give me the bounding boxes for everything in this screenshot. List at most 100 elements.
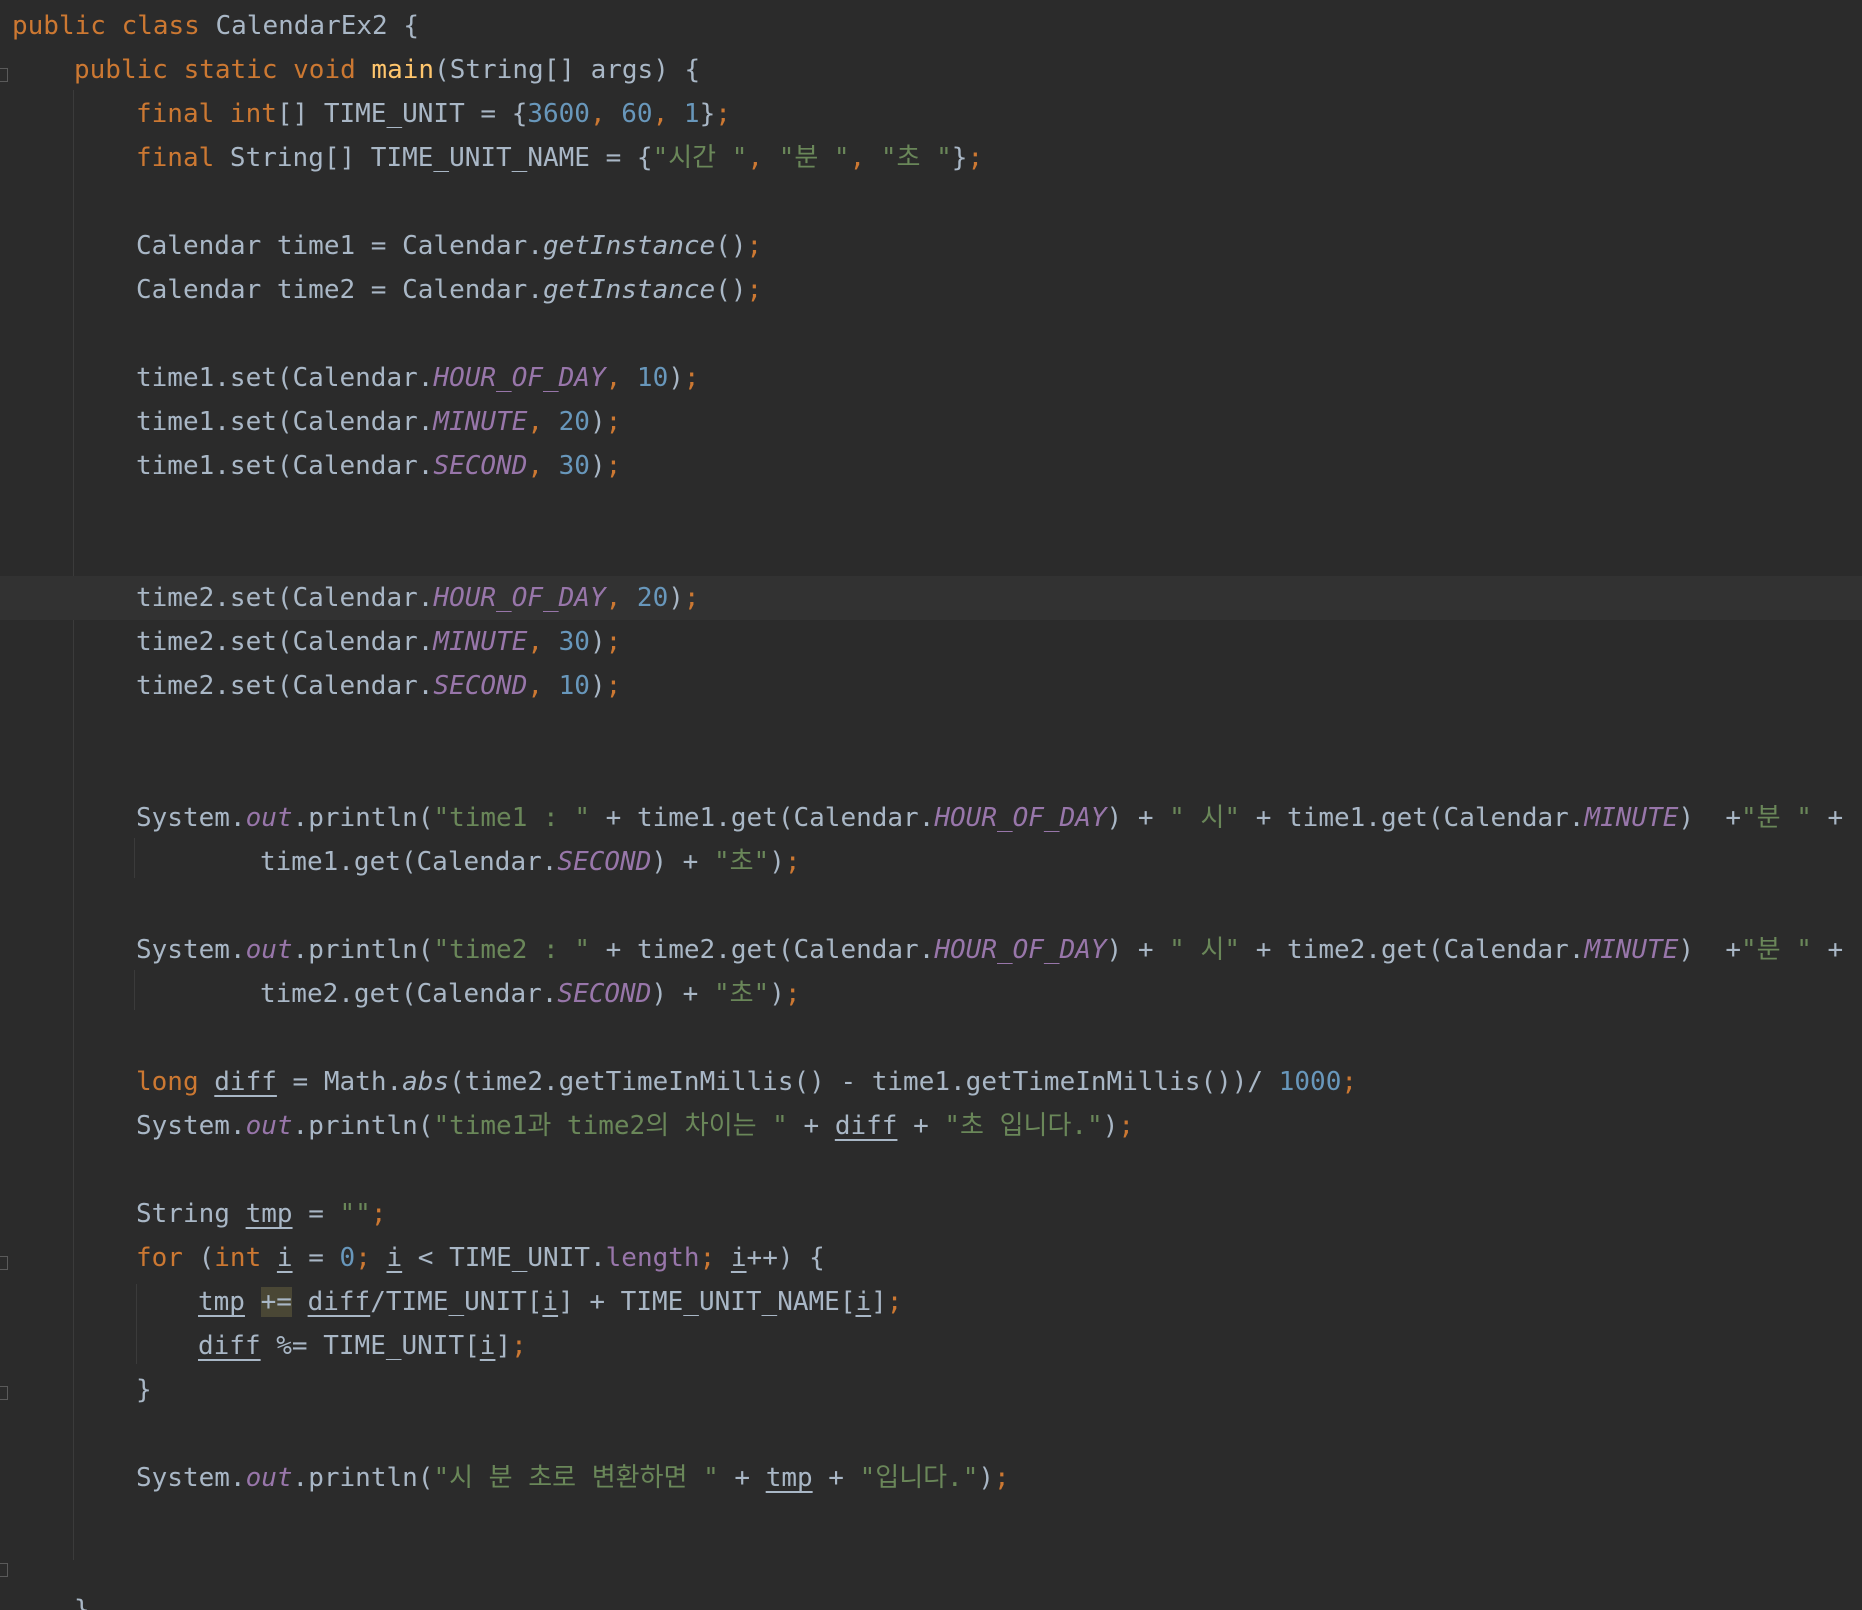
code-line[interactable]: time2.set(Calendar.SECOND, 10); [0,664,1862,708]
fold-marker-icon[interactable] [0,1256,8,1270]
code-line[interactable]: time1.set(Calendar.SECOND, 30); [0,444,1862,488]
code-text: System.out.println("time2 : " + time2.ge… [136,928,1843,972]
code-line[interactable] [0,532,1862,576]
code-editor[interactable]: public class CalendarEx2 {public static … [0,0,1862,1610]
code-token: + time1.get(Calendar. [1240,803,1585,833]
code-token: } [74,1595,90,1610]
code-line[interactable]: time2.set(Calendar.HOUR_OF_DAY, 20); [0,576,1862,620]
code-line[interactable] [0,708,1862,752]
code-line[interactable]: String tmp = ""; [0,1192,1862,1236]
code-token: ) + [1106,935,1170,965]
code-token: getInstance [543,231,716,261]
code-text: time2.set(Calendar.MINUTE, 30); [136,620,621,664]
code-token: ; [683,583,700,613]
code-token: ; [605,407,622,437]
code-token: , [605,583,637,613]
code-line[interactable]: System.out.println("time2 : " + time2.ge… [0,928,1862,972]
code-token: i [479,1331,496,1361]
code-line[interactable] [0,1412,1862,1456]
code-line[interactable]: time2.set(Calendar.MINUTE, 30); [0,620,1862,664]
code-line[interactable] [0,312,1862,356]
code-line[interactable]: public static void main(String[] args) { [0,48,1862,92]
code-token: MINUTE [1584,803,1679,833]
code-line[interactable]: final String[] TIME_UNIT_NAME = {"시간 ", … [0,136,1862,180]
code-token: ++) { [746,1243,825,1273]
code-line[interactable] [0,1500,1862,1544]
code-token: String[] TIME_UNIT_NAME = { [229,143,653,173]
code-token: i [386,1243,403,1273]
code-line[interactable]: time2.get(Calendar.SECOND) + "초"); [0,972,1862,1016]
code-line[interactable] [0,1148,1862,1192]
code-token: SECOND [557,847,652,877]
code-line[interactable]: time1.set(Calendar.HOUR_OF_DAY, 10); [0,356,1862,400]
code-token: time1.set(Calendar. [136,407,434,437]
code-token: time2.set(Calendar. [136,583,434,613]
code-line[interactable]: Calendar time2 = Calendar.getInstance(); [0,268,1862,312]
code-token: ) + [651,847,714,877]
code-line[interactable] [0,1544,1862,1588]
code-token: ) [589,451,606,481]
code-line[interactable]: long diff = Math.abs(time2.getTimeInMill… [0,1060,1862,1104]
code-line[interactable]: public class CalendarEx2 { [0,4,1862,48]
code-line[interactable]: } [0,1368,1862,1412]
code-token: ) [668,583,684,613]
code-token: ; [370,1199,387,1229]
code-token: out [245,803,293,833]
code-text: public class CalendarEx2 { [12,4,419,48]
fold-marker-icon[interactable] [0,1386,8,1400]
code-text: final String[] TIME_UNIT_NAME = {"시간 ", … [136,136,983,180]
code-token: ; [355,1243,387,1273]
code-token: + time2.get(Calendar. [589,935,935,965]
code-token: ; [784,847,801,877]
code-line[interactable]: for (int i = 0; i < TIME_UNIT.length; i+… [0,1236,1862,1280]
code-token: } [136,1375,152,1405]
fold-marker-icon[interactable] [0,1563,8,1577]
code-token: , [747,143,779,173]
code-token: HOUR_OF_DAY [433,583,606,613]
code-line[interactable]: Calendar time1 = Calendar.getInstance(); [0,224,1862,268]
code-line[interactable]: final int[] TIME_UNIT = {3600, 60, 1}; [0,92,1862,136]
code-text: time2.set(Calendar.SECOND, 10); [136,664,621,708]
code-line[interactable] [0,884,1862,928]
code-token: .println( [292,1111,434,1141]
code-token: , [527,627,559,657]
code-line[interactable]: System.out.println("time1 : " + time1.ge… [0,796,1862,840]
code-token: ) + [1106,803,1170,833]
code-token: 1000 [1278,1067,1342,1097]
code-token: i [542,1287,559,1317]
code-token: "초" [713,979,770,1009]
code-line[interactable]: System.out.println("시 분 초로 변환하면 " + tmp … [0,1456,1862,1500]
code-line[interactable]: time1.set(Calendar.MINUTE, 20); [0,400,1862,444]
code-token: System. [136,1463,246,1493]
code-token: main [371,55,435,85]
code-token: , [849,143,881,173]
code-token: final [136,143,230,173]
code-token: ; [967,143,984,173]
code-line[interactable]: time1.get(Calendar.SECOND) + "초"); [0,840,1862,884]
code-line[interactable] [0,180,1862,224]
code-token: + time2.get(Calendar. [1240,935,1585,965]
code-text: String tmp = ""; [136,1192,386,1236]
code-line[interactable] [0,752,1862,796]
code-token: "입니다." [859,1463,979,1493]
code-token: System. [136,935,246,965]
code-token: 1 [683,99,700,129]
code-text: for (int i = 0; i < TIME_UNIT.length; i+… [136,1236,825,1280]
code-token: , [605,363,637,393]
code-text: tmp += diff/TIME_UNIT[i] + TIME_UNIT_NAM… [198,1280,902,1324]
code-text: } [136,1368,152,1412]
code-line[interactable]: System.out.println("time1과 time2의 차이는 " … [0,1104,1862,1148]
code-text: System.out.println("time1 : " + time1.ge… [136,796,1843,840]
code-token: "" [339,1199,371,1229]
fold-marker-icon[interactable] [0,68,8,82]
code-token: out [245,1463,293,1493]
code-token: i [730,1243,747,1273]
code-token: SECOND [557,979,652,1009]
code-line[interactable] [0,1016,1862,1060]
code-line[interactable]: tmp += diff/TIME_UNIT[i] + TIME_UNIT_NAM… [0,1280,1862,1324]
code-token: MINUTE [433,627,528,657]
code-line[interactable] [0,488,1862,532]
code-line[interactable]: diff %= TIME_UNIT[i]; [0,1324,1862,1368]
code-line[interactable]: } [0,1588,1862,1610]
